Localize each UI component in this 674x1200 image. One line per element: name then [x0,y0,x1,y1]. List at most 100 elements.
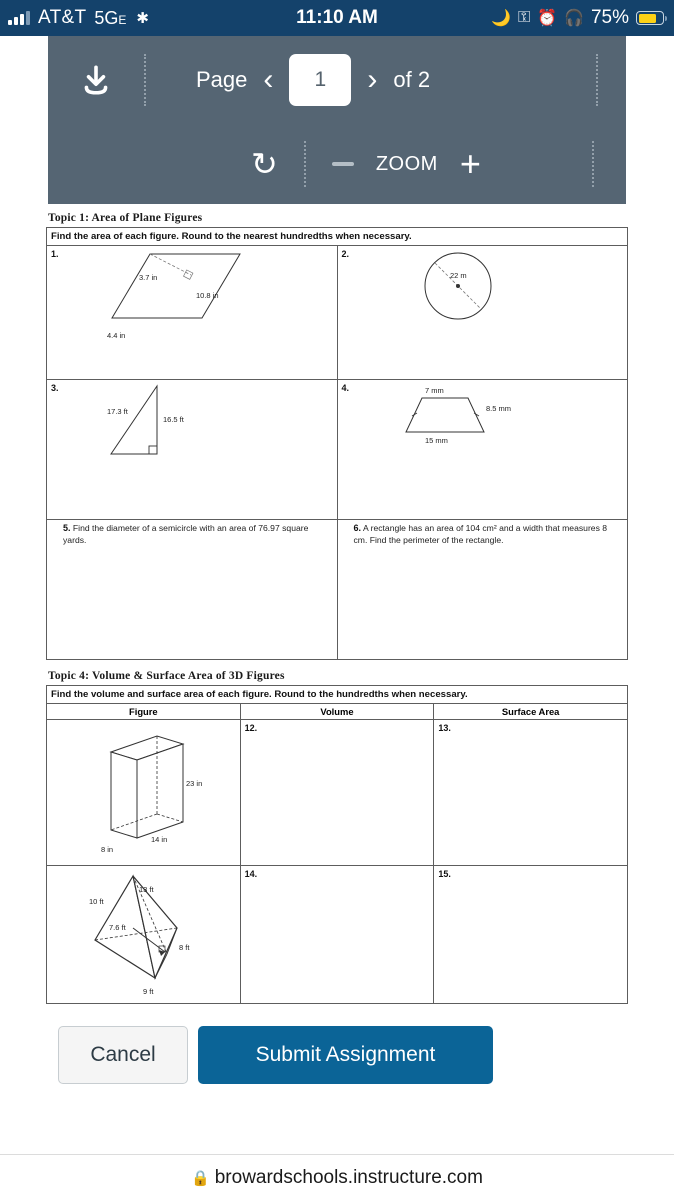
topic1-row-3: 5. Find the diameter of a semicircle wit… [46,519,628,660]
page-label: Page [196,67,248,92]
rectangular-prism-figure: 23 in 14 in 8 in [101,735,203,854]
app-root: AT&T 5GE ✱ 11:10 AM 🌙 ⚿ ⏰ 🎧 75% Page ‹ 1… [0,0,674,1200]
label-7-6-ft: 7.6 ft [109,923,127,932]
problem-cell-5[interactable]: 5. Find the diameter of a semicircle wit… [46,519,338,660]
problem-cell-3[interactable]: 3. 17.3 ft 16.5 ft [46,379,338,520]
label-3-7-in: 3.7 in [139,273,157,282]
ios-status-bar: AT&T 5GE ✱ 11:10 AM 🌙 ⚿ ⏰ 🎧 75% [0,0,674,36]
alarm-clock-icon: ⏰ [537,10,558,27]
label-7-mm: 7 mm [425,386,444,395]
problem-number: 15. [438,869,451,879]
problem-cell-2[interactable]: 2. 22 m [336,245,628,380]
minus-icon[interactable] [331,162,354,166]
label-13-ft: 13 ft [139,885,155,894]
label-15-mm: 15 mm [425,436,448,445]
problem-cell-1[interactable]: 1. 3.7 in 10.8 in 4.4 in [46,245,338,380]
download-icon [84,65,108,95]
toolbar-divider-right [596,54,598,106]
label-14-in: 14 in [151,835,167,844]
topic1-row-2: 3. 17.3 ft 16.5 ft 4. 7 mm 8.5 mm 15 mm [46,379,628,520]
answer-cell-12[interactable]: 12. [239,719,435,866]
submit-assignment-button[interactable]: Submit Assignment [198,1026,493,1084]
rotation-lock-icon: ⚿ [517,9,531,26]
carrier-label: AT&T [38,7,87,28]
right-triangle-figure: 17.3 ft 16.5 ft [107,384,185,455]
loading-spark-icon: ✱ [136,10,149,27]
topic1-instruction: Find the area of each figure. Round to t… [46,227,628,246]
problem-cell-6[interactable]: 6. A rectangle has an area of 104 cm² an… [336,519,628,660]
answer-cell-14[interactable]: 14. [239,865,435,1004]
signal-strength-icon [8,11,30,25]
network-type-label: 5GE [94,7,127,28]
status-bar-left: AT&T 5GE ✱ [8,7,149,29]
toolbar-divider-zoom-left [303,141,306,187]
page-navigation-group: Page ‹ 1 › of 2 [196,54,430,106]
topic4-row-2: 10 ft 13 ft 7.6 ft 8 ft 9 ft 14. 15. [46,865,628,1004]
figure-cell-prism: 23 in 14 in 8 in [46,719,241,866]
problem-number: 5. [63,523,71,533]
zoom-controls-group: ZOOM + [331,146,481,182]
topic4-row-1: 23 in 14 in 8 in 12. 13. [46,719,628,866]
column-header-figure: Figure [46,703,241,720]
problem-6-text: 6. A rectangle has an area of 104 cm² an… [353,523,608,545]
label-10-ft: 10 ft [89,897,105,906]
battery-icon [636,11,667,25]
label-16-5-ft: 16.5 ft [163,415,185,424]
toolbar-divider [144,54,146,106]
triangular-pyramid-figure: 10 ft 13 ft 7.6 ft 8 ft 9 ft [89,874,191,996]
status-bar-right: 🌙 ⚿ ⏰ 🎧 75% [491,7,667,29]
problem-cell-4[interactable]: 4. 7 mm 8.5 mm 15 mm [336,379,628,520]
topic4-instruction: Find the volume and surface area of each… [46,685,628,704]
label-17-3-ft: 17.3 ft [107,407,129,416]
label-8-ft: 8 ft [179,943,190,952]
topic1-title: Topic 1: Area of Plane Figures [48,212,203,224]
figure-cell-pyramid: 10 ft 13 ft 7.6 ft 8 ft 9 ft [46,865,241,1004]
topic4-header-row: Figure Volume Surface Area [46,703,628,720]
label-4-4-in: 4.4 in [107,331,125,340]
problem-number: 14. [244,869,258,879]
chevron-right-icon[interactable]: › [367,65,377,95]
pdf-viewer-toolbar-area: Page ‹ 1 › of 2 ↻ ZOOM + [0,36,674,206]
topic1-row-1: 1. 3.7 in 10.8 in 4.4 in 2. 22 m [46,245,628,380]
problem-number: 3. [51,383,59,393]
page-number-input[interactable]: 1 [289,54,352,106]
label-10-8-in: 10.8 in [196,291,219,300]
page-count-label: of 2 [393,67,431,92]
rotate-icon[interactable]: ↻ [251,148,278,180]
pdf-toolbar-row-zoom: ↻ ZOOM + [48,124,626,204]
pdf-toolbar: Page ‹ 1 › of 2 ↻ ZOOM + [48,36,626,204]
browser-url-bar[interactable]: 🔒 browardschools.instructure.com [0,1154,674,1200]
download-button[interactable] [48,63,144,97]
label-22-m: 22 m [450,271,467,280]
pdf-toolbar-row-page: Page ‹ 1 › of 2 [48,36,626,124]
topic1-instruction-row: Find the area of each figure. Round to t… [46,227,628,246]
url-label: browardschools.instructure.com [214,1166,483,1188]
plus-icon[interactable]: + [460,146,481,182]
problem-number: 13. [438,723,451,733]
problem-number: 2. [341,249,350,259]
column-header-volume: Volume [239,703,435,720]
topic1-table: Find the area of each figure. Round to t… [46,227,628,660]
toolbar-divider-zoom-right [592,141,594,187]
topic4-instruction-row: Find the volume and surface area of each… [46,685,628,704]
action-button-bar: Cancel Submit Assignment [0,1004,674,1084]
chevron-left-icon[interactable]: ‹ [263,65,273,95]
zoom-label: ZOOM [375,152,438,175]
trapezoid-figure: 7 mm 8.5 mm 15 mm [405,386,511,445]
problem-number: 6. [353,523,362,533]
label-8-5-mm: 8.5 mm [486,404,511,413]
circle-figure: 22 m [424,252,492,320]
problem-number: 1. [51,249,59,259]
column-header-surface-area: Surface Area [433,703,628,720]
label-9-ft: 9 ft [143,987,154,996]
headphones-icon: 🎧 [564,10,584,27]
topic4-title: Topic 4: Volume & Surface Area of 3D Fig… [48,670,285,682]
battery-percent-label: 75% [590,7,629,28]
problem-number: 4. [341,383,350,393]
problem-number: 12. [244,723,258,733]
moon-icon: 🌙 [491,10,511,27]
cancel-button[interactable]: Cancel [58,1026,188,1084]
answer-cell-13[interactable]: 13. [433,719,628,866]
answer-cell-15[interactable]: 15. [433,865,628,1004]
problem-5-text: 5. Find the diameter of a semicircle wit… [63,523,309,545]
